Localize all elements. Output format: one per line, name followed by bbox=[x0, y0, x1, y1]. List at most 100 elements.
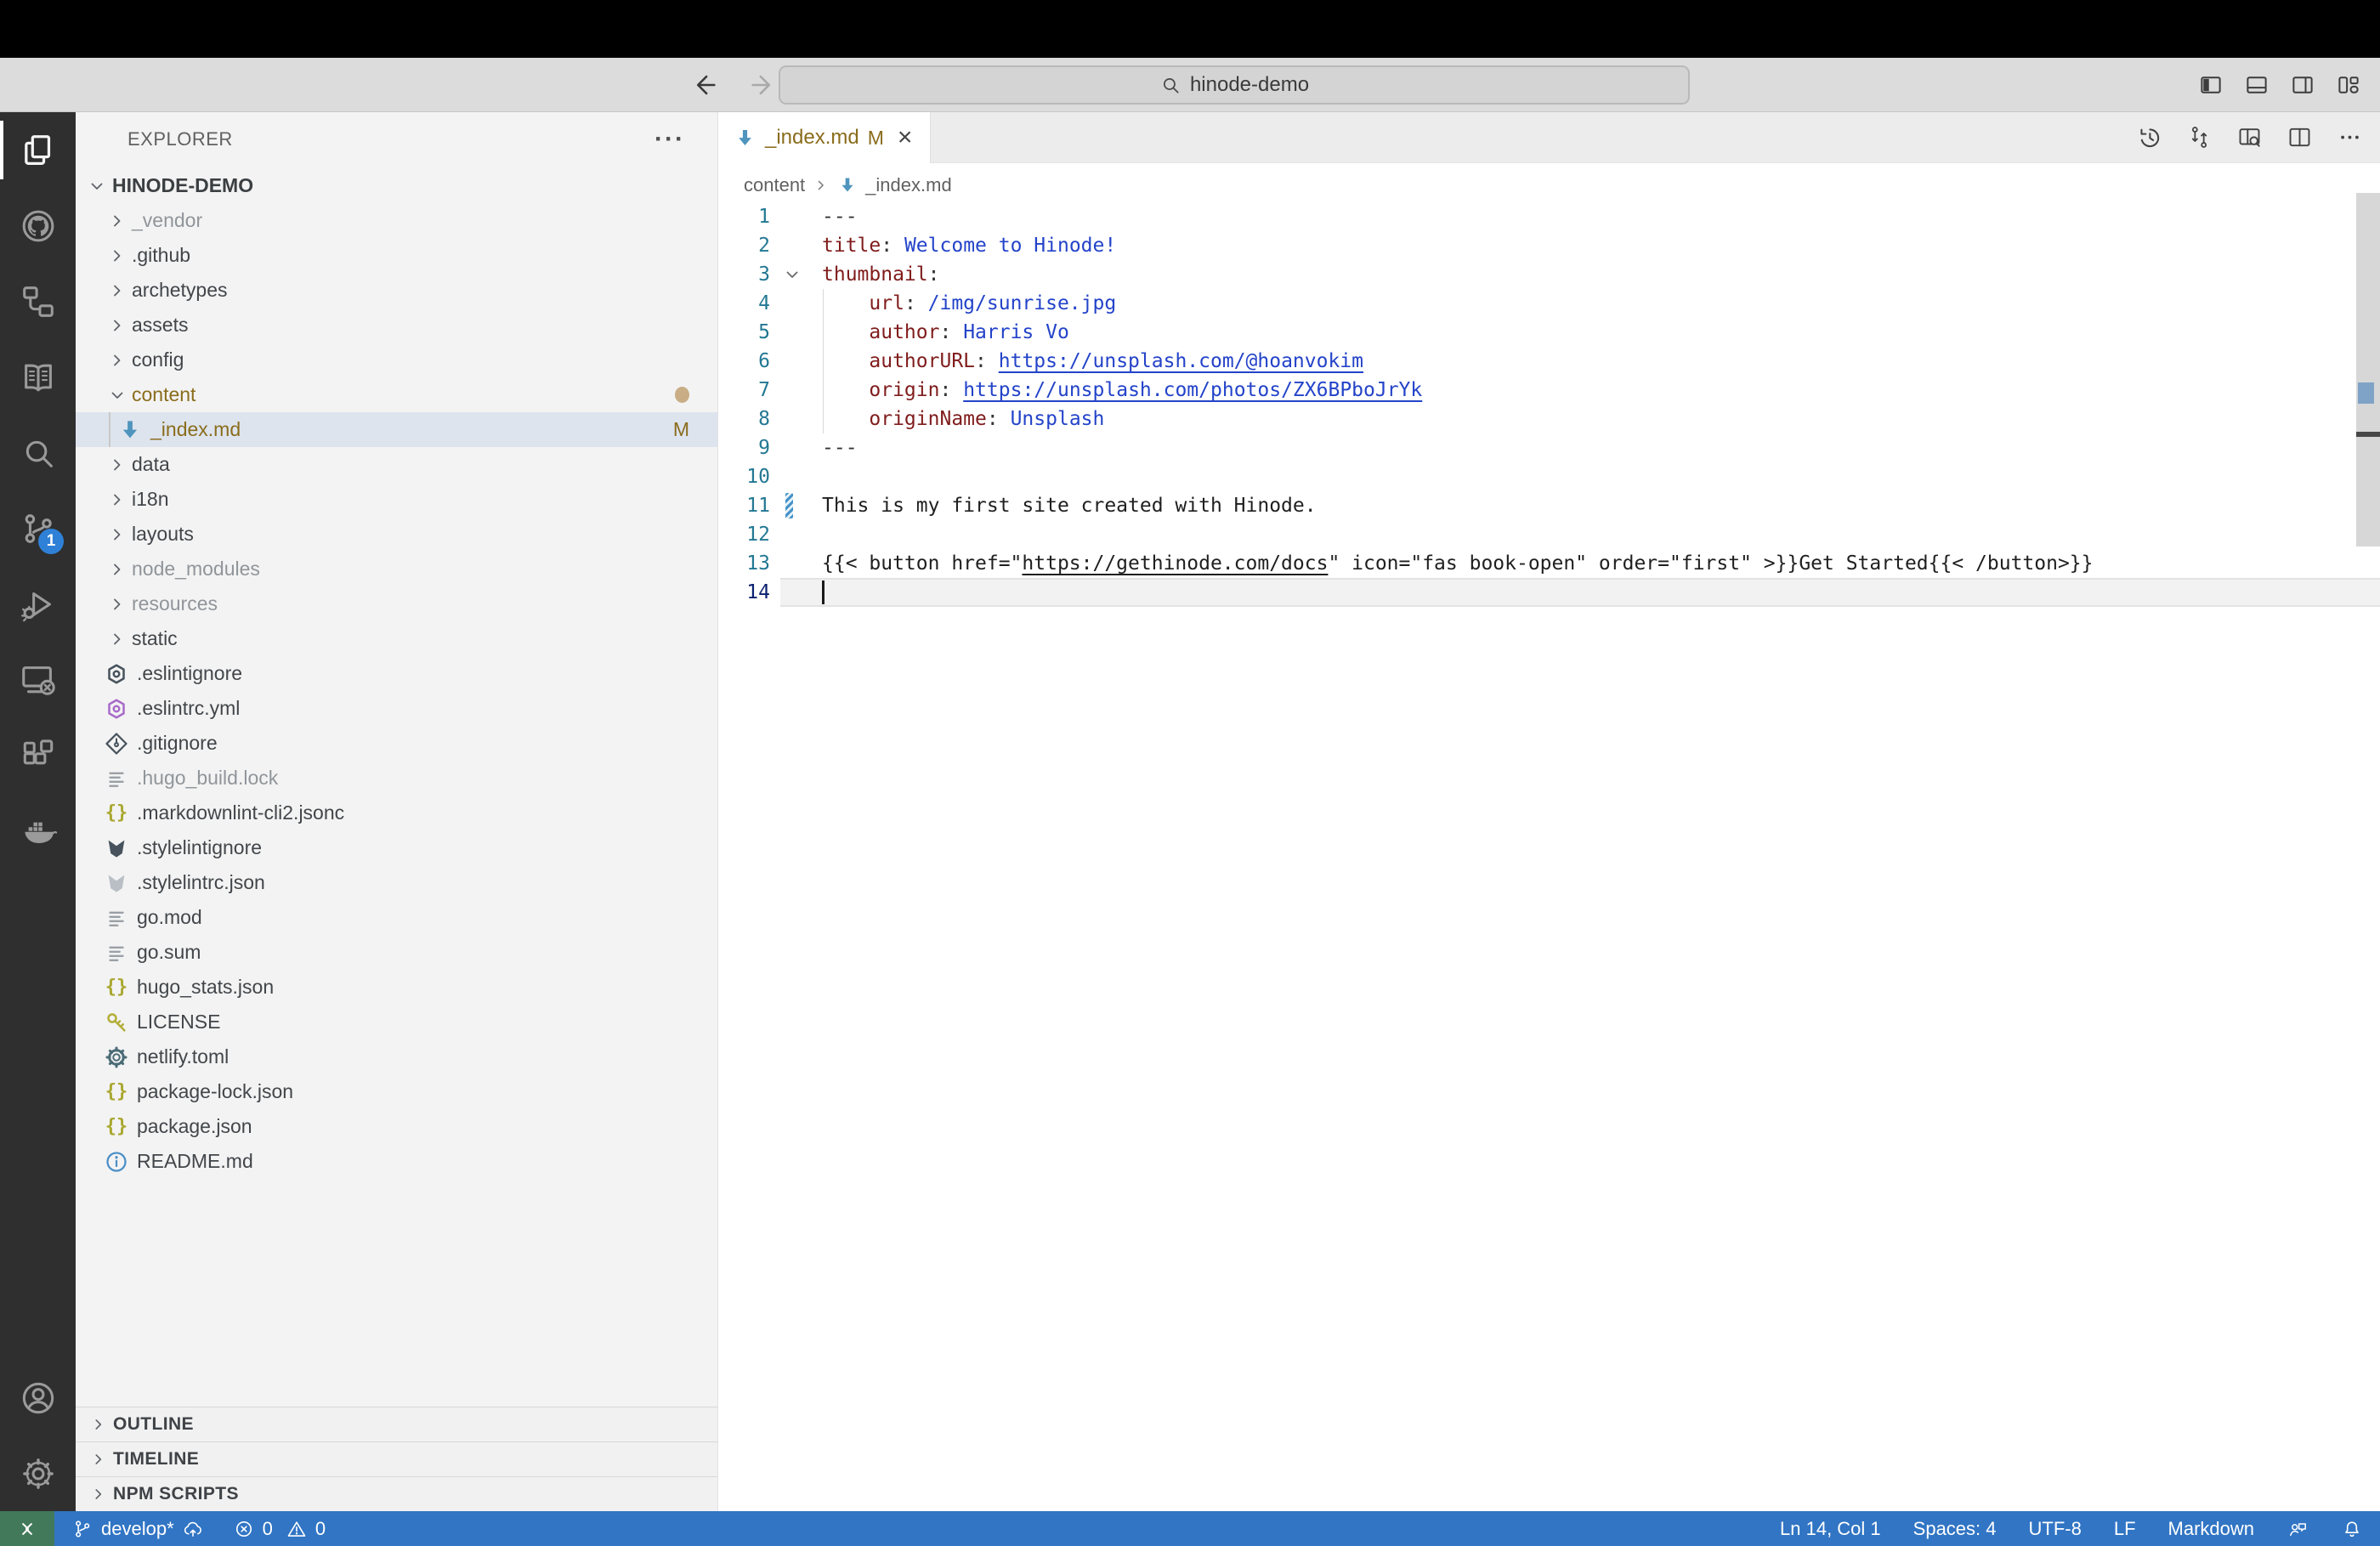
tree-item-eslintrcyml[interactable]: .eslintrc.yml bbox=[76, 691, 717, 726]
activity-docker[interactable] bbox=[0, 793, 76, 869]
tree-item-hugo_statsjson[interactable]: {}hugo_stats.json bbox=[76, 970, 717, 1005]
tree-item-license[interactable]: LICENSE bbox=[76, 1005, 717, 1039]
tree-item-packagejson[interactable]: {}package.json bbox=[76, 1109, 717, 1144]
more-actions-icon[interactable]: ··· bbox=[654, 135, 685, 144]
problems-item[interactable]: 0 0 bbox=[233, 1518, 326, 1540]
status-language-mode[interactable]: Markdown bbox=[2168, 1518, 2254, 1540]
status-eol[interactable]: LF bbox=[2114, 1518, 2136, 1540]
activity-search[interactable] bbox=[0, 415, 76, 490]
code-line-10[interactable]: 10 bbox=[718, 462, 2380, 491]
status-cursor-position[interactable]: Ln 14, Col 1 bbox=[1780, 1518, 1881, 1540]
breadcrumb-folder[interactable]: content bbox=[744, 174, 805, 196]
forward-arrow-icon[interactable] bbox=[748, 71, 777, 99]
tree-item-data[interactable]: data bbox=[76, 447, 717, 482]
code-line-7[interactable]: 7 origin: https://unsplash.com/photos/ZX… bbox=[718, 376, 2380, 405]
command-center[interactable]: hinode-demo bbox=[779, 65, 1690, 105]
git-branch-icon bbox=[71, 1518, 94, 1540]
activity-github[interactable] bbox=[0, 188, 76, 263]
tree-item-label: _index.md bbox=[150, 418, 241, 441]
tree-item-readmemd[interactable]: README.md bbox=[76, 1144, 717, 1179]
tree-item-gomod[interactable]: go.mod bbox=[76, 900, 717, 935]
chevron-right-icon bbox=[107, 594, 128, 614]
breadcrumb-file[interactable]: _index.md bbox=[865, 174, 952, 196]
tree-item-netlifytoml[interactable]: netlify.toml bbox=[76, 1039, 717, 1074]
remote-indicator[interactable] bbox=[0, 1511, 54, 1546]
tree-item-content[interactable]: content bbox=[76, 377, 717, 412]
scm-badge: 1 bbox=[38, 529, 64, 554]
bell-icon[interactable] bbox=[2341, 1518, 2363, 1540]
code-line-13[interactable]: 13{{< button href="https://gethinode.com… bbox=[718, 549, 2380, 578]
tree-item-hugo_buildlock[interactable]: .hugo_build.lock bbox=[76, 761, 717, 796]
section-npm-scripts[interactable]: NPM SCRIPTS bbox=[76, 1476, 717, 1511]
activity-explorer[interactable] bbox=[0, 112, 76, 188]
chevron-right-icon bbox=[107, 246, 128, 266]
overview-ruler[interactable] bbox=[2356, 112, 2380, 1511]
open-changes-icon[interactable] bbox=[2186, 124, 2213, 150]
activity-source-control[interactable]: 1 bbox=[0, 490, 76, 566]
tree-item-label: .stylelintignore bbox=[137, 836, 262, 859]
tree-item-assets[interactable]: assets bbox=[76, 308, 717, 343]
history-icon[interactable] bbox=[2136, 124, 2162, 150]
activity-settings[interactable] bbox=[0, 1436, 76, 1511]
code-line-1[interactable]: 1--- bbox=[718, 202, 2380, 231]
fold-chevron-icon[interactable] bbox=[782, 264, 802, 285]
activity-remote-explorer[interactable] bbox=[0, 642, 76, 717]
branch-item[interactable]: develop* bbox=[71, 1518, 204, 1540]
section-timeline[interactable]: TIMELINE bbox=[76, 1441, 717, 1476]
layout-sidebar-left-icon[interactable] bbox=[2198, 72, 2224, 98]
split-editor-icon[interactable] bbox=[2286, 124, 2313, 150]
section-outline[interactable]: OUTLINE bbox=[76, 1407, 717, 1441]
layout-customize-icon[interactable] bbox=[2336, 72, 2361, 98]
tree-item-config[interactable]: config bbox=[76, 343, 717, 377]
scrollbar-slider[interactable] bbox=[2356, 193, 2380, 546]
code-line-5[interactable]: 5 author: Harris Vo bbox=[718, 318, 2380, 347]
code-line-3[interactable]: 3thumbnail: bbox=[718, 260, 2380, 289]
back-arrow-icon[interactable] bbox=[690, 71, 719, 99]
tree-item-eslintignore[interactable]: .eslintignore bbox=[76, 656, 717, 691]
tree-item-stylelintignore[interactable]: .stylelintignore bbox=[76, 830, 717, 865]
activity-run-and-debug[interactable] bbox=[0, 566, 76, 642]
tree-item-label: README.md bbox=[137, 1150, 253, 1173]
tree-item-resources[interactable]: resources bbox=[76, 586, 717, 621]
code-line-12[interactable]: 12 bbox=[718, 520, 2380, 549]
tree-item-static[interactable]: static bbox=[76, 621, 717, 656]
activity-project-hierarchy[interactable] bbox=[0, 263, 76, 339]
tab-index-md[interactable]: _index.md M × bbox=[718, 112, 931, 163]
code-line-2[interactable]: 2title: Welcome to Hinode! bbox=[718, 231, 2380, 260]
code-line-14[interactable]: 14 bbox=[718, 578, 2380, 607]
tree-item-markdownlint-cli2jsonc[interactable]: {}.markdownlint-cli2.jsonc bbox=[76, 796, 717, 830]
tree-item-_indexmd[interactable]: _index.mdM bbox=[76, 412, 717, 447]
tree-item-i18n[interactable]: i18n bbox=[76, 482, 717, 517]
code-line-8[interactable]: 8 originName: Unsplash bbox=[718, 405, 2380, 433]
status-indentation[interactable]: Spaces: 4 bbox=[1913, 1518, 1997, 1540]
code-line-4[interactable]: 4 url: /img/sunrise.jpg bbox=[718, 289, 2380, 318]
activity-extensions[interactable] bbox=[0, 717, 76, 793]
tree-item-hinode-demo[interactable]: HINODE-DEMO bbox=[76, 168, 717, 203]
status-encoding[interactable]: UTF-8 bbox=[2029, 1518, 2082, 1540]
tree-item-_vendor[interactable]: _vendor bbox=[76, 203, 717, 238]
code-line-9[interactable]: 9--- bbox=[718, 433, 2380, 462]
close-icon[interactable]: × bbox=[898, 125, 913, 150]
code-area[interactable]: 1---2title: Welcome to Hinode!3thumbnail… bbox=[718, 202, 2380, 1511]
tree-item-archetypes[interactable]: archetypes bbox=[76, 273, 717, 308]
tree-item-layouts[interactable]: layouts bbox=[76, 517, 717, 552]
tree-item-label: static bbox=[132, 627, 178, 650]
layout-sidebar-right-icon[interactable] bbox=[2290, 72, 2315, 98]
tree-item-package-lockjson[interactable]: {}package-lock.json bbox=[76, 1074, 717, 1109]
gutter-decorations bbox=[770, 578, 822, 607]
code-line-6[interactable]: 6 authorURL: https://unsplash.com/@hoanv… bbox=[718, 347, 2380, 376]
activity-docs-book[interactable] bbox=[0, 339, 76, 415]
gutter-decorations bbox=[770, 491, 822, 520]
breadcrumb[interactable]: content _index.md bbox=[718, 164, 2380, 207]
tree-item-gitignore[interactable]: .gitignore bbox=[76, 726, 717, 761]
tree-item-gosum[interactable]: go.sum bbox=[76, 935, 717, 970]
tree-item-stylelintrcjson[interactable]: .stylelintrc.json bbox=[76, 865, 717, 900]
open-preview-icon[interactable] bbox=[2236, 124, 2263, 150]
feedback-icon[interactable] bbox=[2286, 1518, 2309, 1540]
layout-panel-icon[interactable] bbox=[2244, 72, 2270, 98]
gutter-decorations bbox=[770, 347, 822, 376]
tree-item-node_modules[interactable]: node_modules bbox=[76, 552, 717, 586]
tree-item-github[interactable]: .github bbox=[76, 238, 717, 273]
code-line-11[interactable]: 11This is my first site created with Hin… bbox=[718, 491, 2380, 520]
activity-account[interactable] bbox=[0, 1360, 76, 1436]
